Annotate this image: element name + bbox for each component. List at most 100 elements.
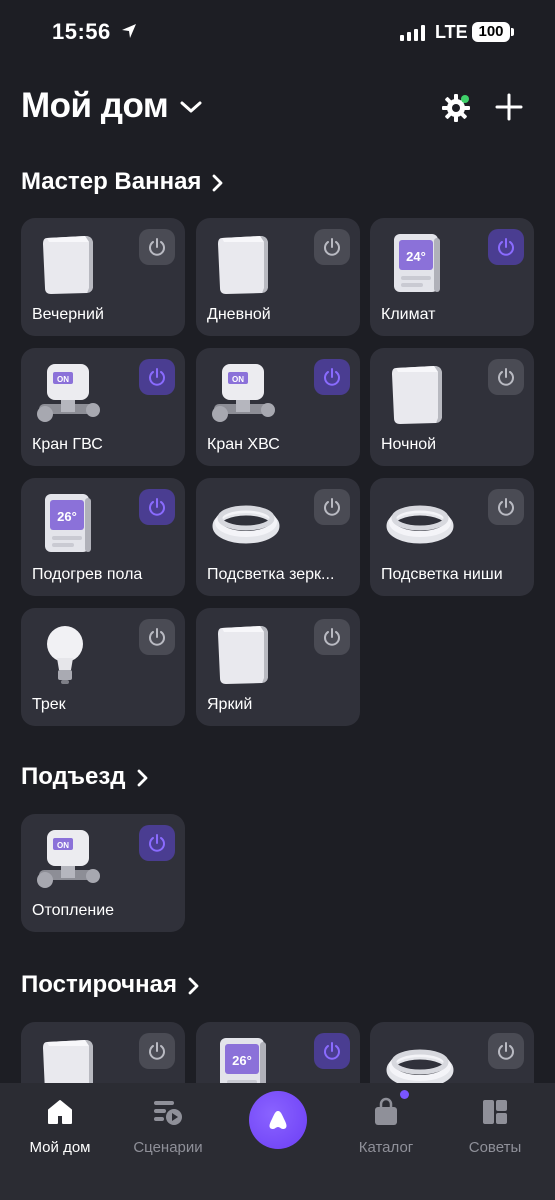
switch-icon bbox=[210, 618, 282, 690]
power-button[interactable] bbox=[314, 489, 350, 525]
power-icon bbox=[149, 1042, 165, 1060]
bag-icon[interactable] bbox=[372, 1097, 400, 1127]
power-button[interactable] bbox=[139, 1033, 175, 1069]
switch-icon bbox=[384, 358, 456, 430]
device-label: Отопление bbox=[32, 902, 115, 919]
device-card[interactable]: ON Отопление bbox=[21, 814, 185, 932]
device-card[interactable]: ON Кран ХВС bbox=[196, 348, 360, 466]
power-icon bbox=[149, 498, 165, 516]
svg-text:26°: 26° bbox=[57, 509, 77, 524]
power-button[interactable] bbox=[488, 1033, 524, 1069]
power-button[interactable] bbox=[139, 359, 175, 395]
power-icon bbox=[324, 1042, 340, 1060]
device-label: Яркий bbox=[207, 696, 253, 713]
section-title-laundry[interactable]: Постирочная bbox=[21, 971, 199, 999]
switch-icon bbox=[210, 228, 282, 300]
device-label: Подогрев пола bbox=[32, 566, 143, 583]
device-card[interactable]: Яркий bbox=[196, 608, 360, 726]
power-icon bbox=[498, 498, 514, 516]
svg-text:ON: ON bbox=[232, 375, 244, 384]
svg-text:ON: ON bbox=[57, 375, 69, 384]
device-label: Трек bbox=[32, 696, 66, 713]
device-label: Климат bbox=[381, 306, 436, 323]
notification-dot bbox=[461, 95, 469, 103]
power-button[interactable] bbox=[139, 619, 175, 655]
power-icon bbox=[498, 238, 514, 256]
device-card[interactable]: Подсветка ниши bbox=[370, 478, 534, 596]
thermostat-icon: 24° bbox=[384, 228, 456, 300]
device-card[interactable]: Дневной bbox=[196, 218, 360, 336]
valve-icon: ON bbox=[210, 358, 282, 430]
nav-label[interactable]: Советы bbox=[445, 1139, 545, 1156]
scenarios-icon[interactable] bbox=[152, 1097, 184, 1127]
device-card[interactable]: 26° Подогрев пола bbox=[21, 478, 185, 596]
power-button[interactable] bbox=[488, 489, 524, 525]
power-icon bbox=[149, 628, 165, 646]
power-button[interactable] bbox=[314, 1033, 350, 1069]
tips-icon[interactable] bbox=[480, 1097, 510, 1127]
chevron-right-icon[interactable] bbox=[136, 769, 148, 787]
device-card[interactable]: Ночной bbox=[370, 348, 534, 466]
power-button[interactable] bbox=[139, 489, 175, 525]
section-title-master-bath[interactable]: Мастер Ванная bbox=[21, 168, 223, 196]
power-button[interactable] bbox=[314, 359, 350, 395]
svg-text:24°: 24° bbox=[406, 249, 426, 264]
home-icon[interactable] bbox=[45, 1097, 75, 1127]
location-arrow-icon bbox=[122, 24, 136, 38]
power-icon bbox=[498, 1042, 514, 1060]
add-icon[interactable] bbox=[494, 92, 524, 122]
power-button[interactable] bbox=[488, 359, 524, 395]
device-label: Подсветка зерк... bbox=[207, 566, 335, 583]
alice-icon[interactable] bbox=[265, 1109, 291, 1131]
power-icon bbox=[149, 238, 165, 256]
device-card[interactable]: Трек bbox=[21, 608, 185, 726]
device-label: Вечерний bbox=[32, 306, 104, 323]
chevron-down-icon[interactable] bbox=[180, 100, 202, 114]
section-title-entrance[interactable]: Подъезд bbox=[21, 763, 148, 791]
power-button[interactable] bbox=[314, 229, 350, 265]
device-card[interactable]: ON Кран ГВС bbox=[21, 348, 185, 466]
power-icon bbox=[149, 368, 165, 386]
led-strip-icon bbox=[384, 488, 456, 560]
battery-icon: 100 bbox=[472, 22, 510, 42]
device-label: Ночной bbox=[381, 436, 437, 453]
switch-icon bbox=[35, 228, 107, 300]
section-title-label[interactable]: Мастер Ванная bbox=[21, 168, 201, 196]
valve-icon: ON bbox=[35, 824, 107, 896]
section-title-label[interactable]: Подъезд bbox=[21, 763, 126, 791]
nav-label[interactable]: Мой дом bbox=[10, 1139, 110, 1156]
battery-tip bbox=[511, 28, 514, 36]
device-card[interactable]: 24° Климат bbox=[370, 218, 534, 336]
nav-item-catalog[interactable]: Каталог bbox=[336, 1097, 436, 1156]
power-icon bbox=[324, 238, 340, 256]
network-type: LTE bbox=[435, 22, 468, 42]
section-title-label[interactable]: Постирочная bbox=[21, 971, 177, 999]
nav-item-scenarios[interactable]: Сценарии bbox=[118, 1097, 218, 1156]
led-strip-icon bbox=[210, 488, 282, 560]
power-button[interactable] bbox=[139, 229, 175, 265]
thermostat-icon: 26° bbox=[35, 488, 107, 560]
svg-text:26°: 26° bbox=[232, 1053, 252, 1068]
status-bar: 15:56 LTE 100 bbox=[0, 0, 555, 66]
device-card[interactable]: Подсветка зерк... bbox=[196, 478, 360, 596]
nav-item-home[interactable]: Мой дом bbox=[10, 1097, 110, 1156]
nav-label[interactable]: Сценарии bbox=[118, 1139, 218, 1156]
nav-item-tips[interactable]: Советы bbox=[445, 1097, 545, 1156]
device-label: Кран ГВС bbox=[32, 436, 103, 453]
signal-icon bbox=[400, 25, 425, 41]
nav-label[interactable]: Каталог bbox=[336, 1139, 436, 1156]
chevron-right-icon[interactable] bbox=[211, 174, 223, 192]
power-button[interactable] bbox=[314, 619, 350, 655]
alice-button[interactable] bbox=[249, 1091, 307, 1149]
chevron-right-icon[interactable] bbox=[187, 977, 199, 995]
power-icon bbox=[498, 368, 514, 386]
page-title[interactable]: Мой дом bbox=[21, 86, 169, 126]
device-label: Подсветка ниши bbox=[381, 566, 503, 583]
device-card[interactable]: Вечерний bbox=[21, 218, 185, 336]
device-label: Дневной bbox=[207, 306, 271, 323]
power-button[interactable] bbox=[488, 229, 524, 265]
status-time: 15:56 bbox=[52, 19, 111, 44]
power-icon bbox=[149, 834, 165, 852]
power-icon bbox=[324, 628, 340, 646]
power-button[interactable] bbox=[139, 825, 175, 861]
